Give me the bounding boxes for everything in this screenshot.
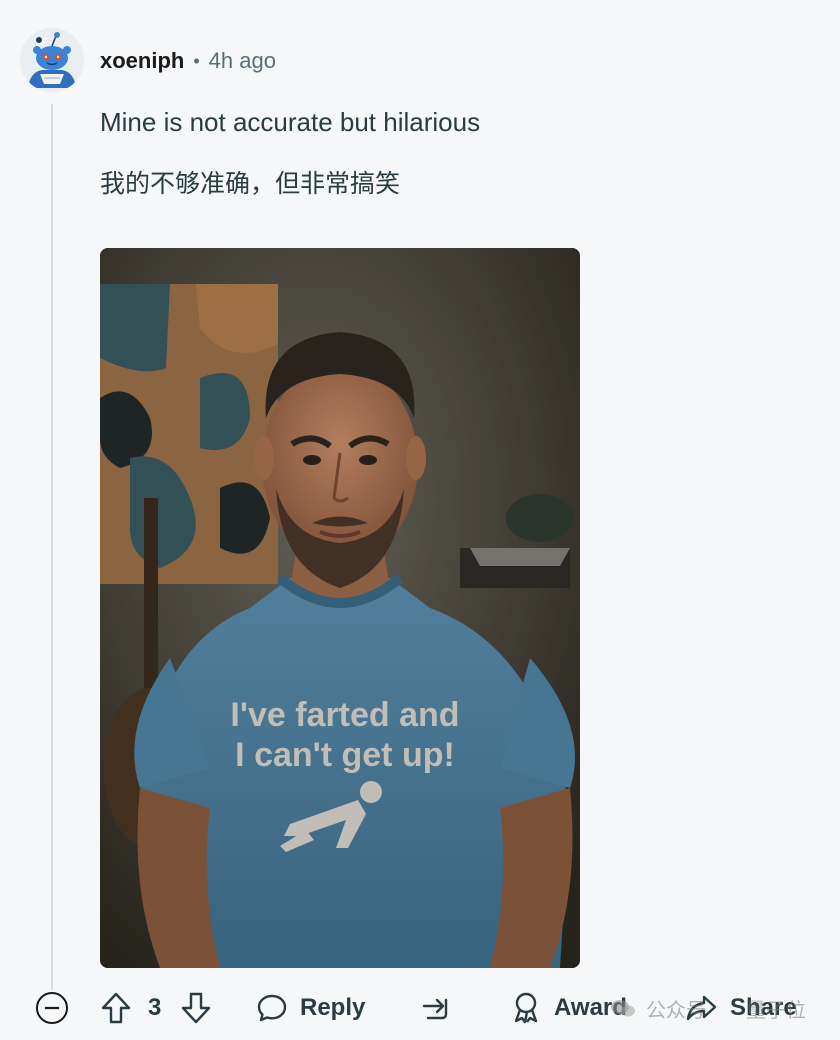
- crosspost-icon: [422, 998, 448, 1020]
- award-ribbon-icon: [514, 992, 538, 1024]
- thread-line[interactable]: [51, 104, 53, 990]
- collapse-button[interactable]: [35, 991, 69, 1025]
- comment-timestamp[interactable]: 4h ago: [209, 48, 276, 74]
- photo-illustration: I've farted and I can't get up!: [100, 248, 580, 968]
- comment-header: xoeniph • 4h ago: [100, 44, 276, 78]
- meta-separator: •: [193, 50, 200, 71]
- minus-circle-icon: [36, 992, 68, 1024]
- arrow-up-icon: [101, 992, 131, 1024]
- downvote-button[interactable]: [180, 990, 212, 1026]
- award-button[interactable]: Award: [510, 990, 627, 1026]
- reply-button[interactable]: Reply: [256, 990, 365, 1026]
- award-label: Award: [554, 994, 627, 1021]
- crosspost-button[interactable]: [420, 990, 454, 1026]
- reply-label: Reply: [300, 994, 366, 1021]
- upvote-button[interactable]: [100, 990, 132, 1026]
- comment-text-line: Mine is not accurate but hilarious: [100, 107, 481, 137]
- comment-thread: xoeniph • 4h ago Mine is not accurate bu…: [0, 0, 840, 1040]
- share-label: Share: [730, 994, 797, 1021]
- vote-score: 3: [148, 994, 162, 1021]
- comment-text-translation: 我的不够准确，但非常搞笑: [100, 169, 401, 198]
- share-button[interactable]: Share: [684, 990, 797, 1026]
- comment-bubble-icon: [257, 994, 287, 1022]
- share-arrow-icon: [686, 995, 717, 1021]
- arrow-down-icon: [181, 992, 211, 1024]
- comment-action-bar: 3 Reply Award Share: [0, 982, 840, 1036]
- snoo-avatar-icon: [20, 28, 84, 92]
- user-avatar[interactable]: [20, 28, 84, 92]
- comment-image[interactable]: I've farted and I can't get up!: [100, 248, 580, 968]
- username-link[interactable]: xoeniph: [100, 48, 184, 74]
